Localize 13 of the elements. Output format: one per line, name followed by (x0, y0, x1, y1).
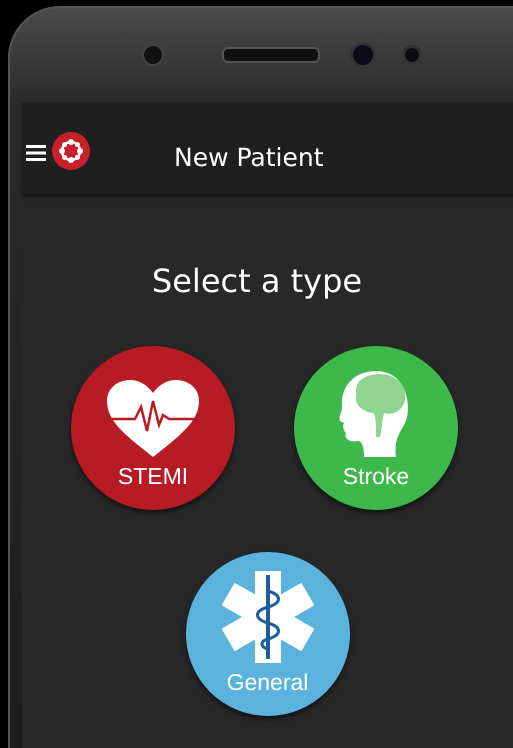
type-button[interactable]: STEMI (71, 346, 235, 510)
camera-icon (142, 44, 164, 66)
speaker-icon (222, 47, 320, 63)
heading: Select a type (150, 262, 364, 300)
heart-icon (105, 379, 201, 459)
camera-icon (350, 42, 376, 68)
type-button[interactable]: Stroke (294, 346, 458, 510)
menu-icon[interactable] (26, 145, 46, 161)
app-title: New Patient (174, 143, 324, 172)
star-of-life-icon (222, 569, 314, 665)
type-button[interactable]: General (186, 552, 350, 716)
sensor-icon (402, 45, 422, 65)
logo-icon (52, 132, 90, 170)
